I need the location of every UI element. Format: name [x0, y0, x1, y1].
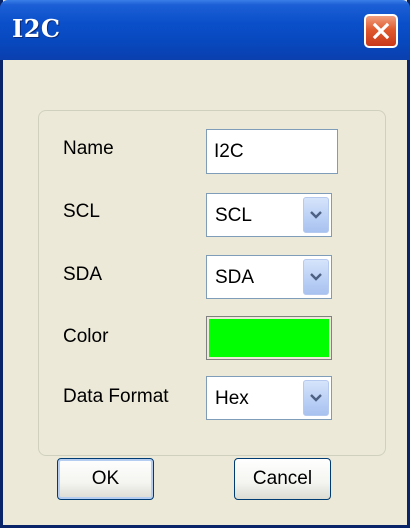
sda-dropdown-button[interactable] — [303, 259, 329, 295]
window-title: I2C — [12, 14, 61, 43]
chevron-down-icon — [310, 273, 322, 281]
data-format-dropdown-button[interactable] — [303, 380, 329, 416]
scl-select[interactable]: SCL — [206, 193, 332, 237]
scl-dropdown-button[interactable] — [303, 197, 329, 233]
close-button[interactable] — [364, 14, 398, 48]
name-label: Name — [63, 138, 114, 159]
data-format-select[interactable]: Hex — [206, 376, 332, 420]
chevron-down-icon — [310, 394, 322, 402]
sda-select[interactable]: SDA — [206, 255, 332, 299]
data-format-label: Data Format — [63, 386, 169, 407]
ok-button[interactable]: OK — [57, 458, 154, 500]
sda-select-value: SDA — [215, 267, 255, 288]
scl-select-value: SCL — [215, 205, 252, 226]
data-format-select-value: Hex — [215, 388, 249, 409]
color-swatch[interactable] — [206, 316, 332, 360]
chevron-down-icon — [310, 211, 322, 219]
sda-label: SDA — [63, 264, 103, 285]
color-swatch-fill — [209, 319, 329, 357]
name-input[interactable] — [206, 129, 338, 174]
title-bar[interactable]: I2C — [0, 0, 410, 60]
cancel-button[interactable]: Cancel — [234, 458, 331, 500]
color-label: Color — [63, 326, 109, 347]
close-icon — [372, 22, 390, 40]
scl-label: SCL — [63, 201, 100, 222]
